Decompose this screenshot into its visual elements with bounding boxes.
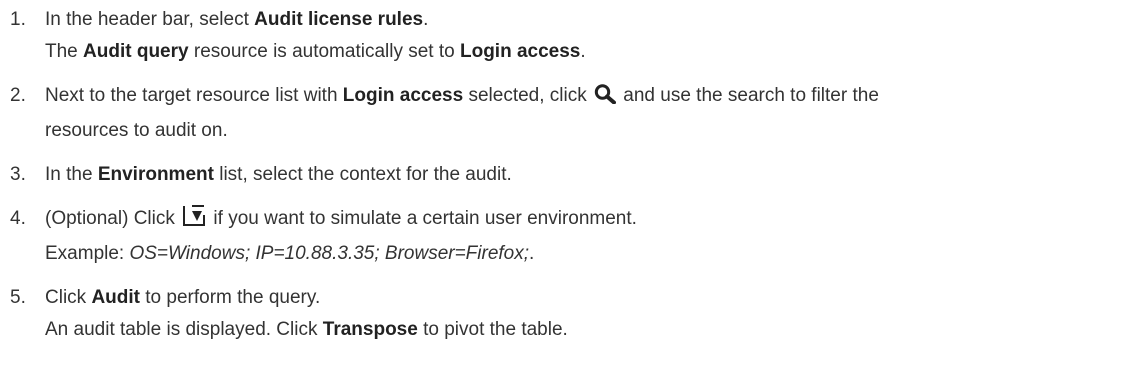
search-icon [594,83,617,115]
ui-term-login-access: Login access [459,41,581,62]
step-line: An audit table is displayed. Click Trans… [45,314,1133,346]
step-text: (Optional) Click [45,208,181,229]
step-text: The [45,41,84,62]
step-3: 3. In the Environment list, select the c… [0,159,1133,191]
step-line: (Optional) Click if you want to simulate… [45,203,1133,238]
step-number: 2. [10,85,26,106]
step-line: Example: OS=Windows; IP=10.88.3.35; Brow… [45,238,1133,270]
example-value: OS=Windows; IP=10.88.3.35; Browser=Firef… [129,243,530,264]
step-text: and use the search to filter the [618,85,879,106]
step-text: In the header bar, select [45,9,255,30]
step-text: Example: [45,243,130,264]
step-text: . [529,243,535,264]
step-1: 1. In the header bar, select Audit licen… [0,4,1133,68]
step-text: . [580,41,586,62]
step-line: The Audit query resource is automaticall… [45,36,1133,68]
step-number: 3. [10,164,26,185]
step-number: 1. [10,9,26,30]
step-text: . [423,9,429,30]
ui-term-audit-license-rules: Audit license rules [254,9,424,30]
step-number: 5. [10,287,26,308]
step-line: Next to the target resource list with Lo… [45,80,1133,115]
step-text: In the [45,164,98,185]
step-text: if you want to simulate a certain user e… [208,208,637,229]
step-line: In the Environment list, select the cont… [45,159,1133,191]
ui-term-transpose: Transpose [322,319,418,340]
ui-term-audit: Audit [91,287,140,308]
step-text: resources to audit on. [45,120,228,141]
step-text: resource is automatically set to [188,41,460,62]
step-number: 4. [10,208,26,229]
step-text: selected, click [463,85,593,106]
step-4: 4. (Optional) Click if you want to simul… [0,203,1133,270]
step-text: list, select the context for the audit. [213,164,512,185]
step-text: to perform the query. [140,287,321,308]
step-text: to pivot the table. [417,319,568,340]
ui-term-audit-query: Audit query [83,41,189,62]
step-line: resources to audit on. [45,115,1133,147]
instructions-document: 1. In the header bar, select Audit licen… [0,0,1133,346]
steps-list: 1. In the header bar, select Audit licen… [0,4,1133,346]
simulate-environment-icon [182,205,206,238]
step-line: In the header bar, select Audit license … [45,4,1133,36]
step-text: An audit table is displayed. Click [45,319,323,340]
step-5: 5. Click Audit to perform the query. An … [0,282,1133,346]
step-line: Click Audit to perform the query. [45,282,1133,314]
ui-term-environment: Environment [97,164,214,185]
step-2: 2. Next to the target resource list with… [0,80,1133,147]
ui-term-login-access: Login access [342,85,464,106]
step-text: Click [45,287,92,308]
step-text: Next to the target resource list with [45,85,343,106]
